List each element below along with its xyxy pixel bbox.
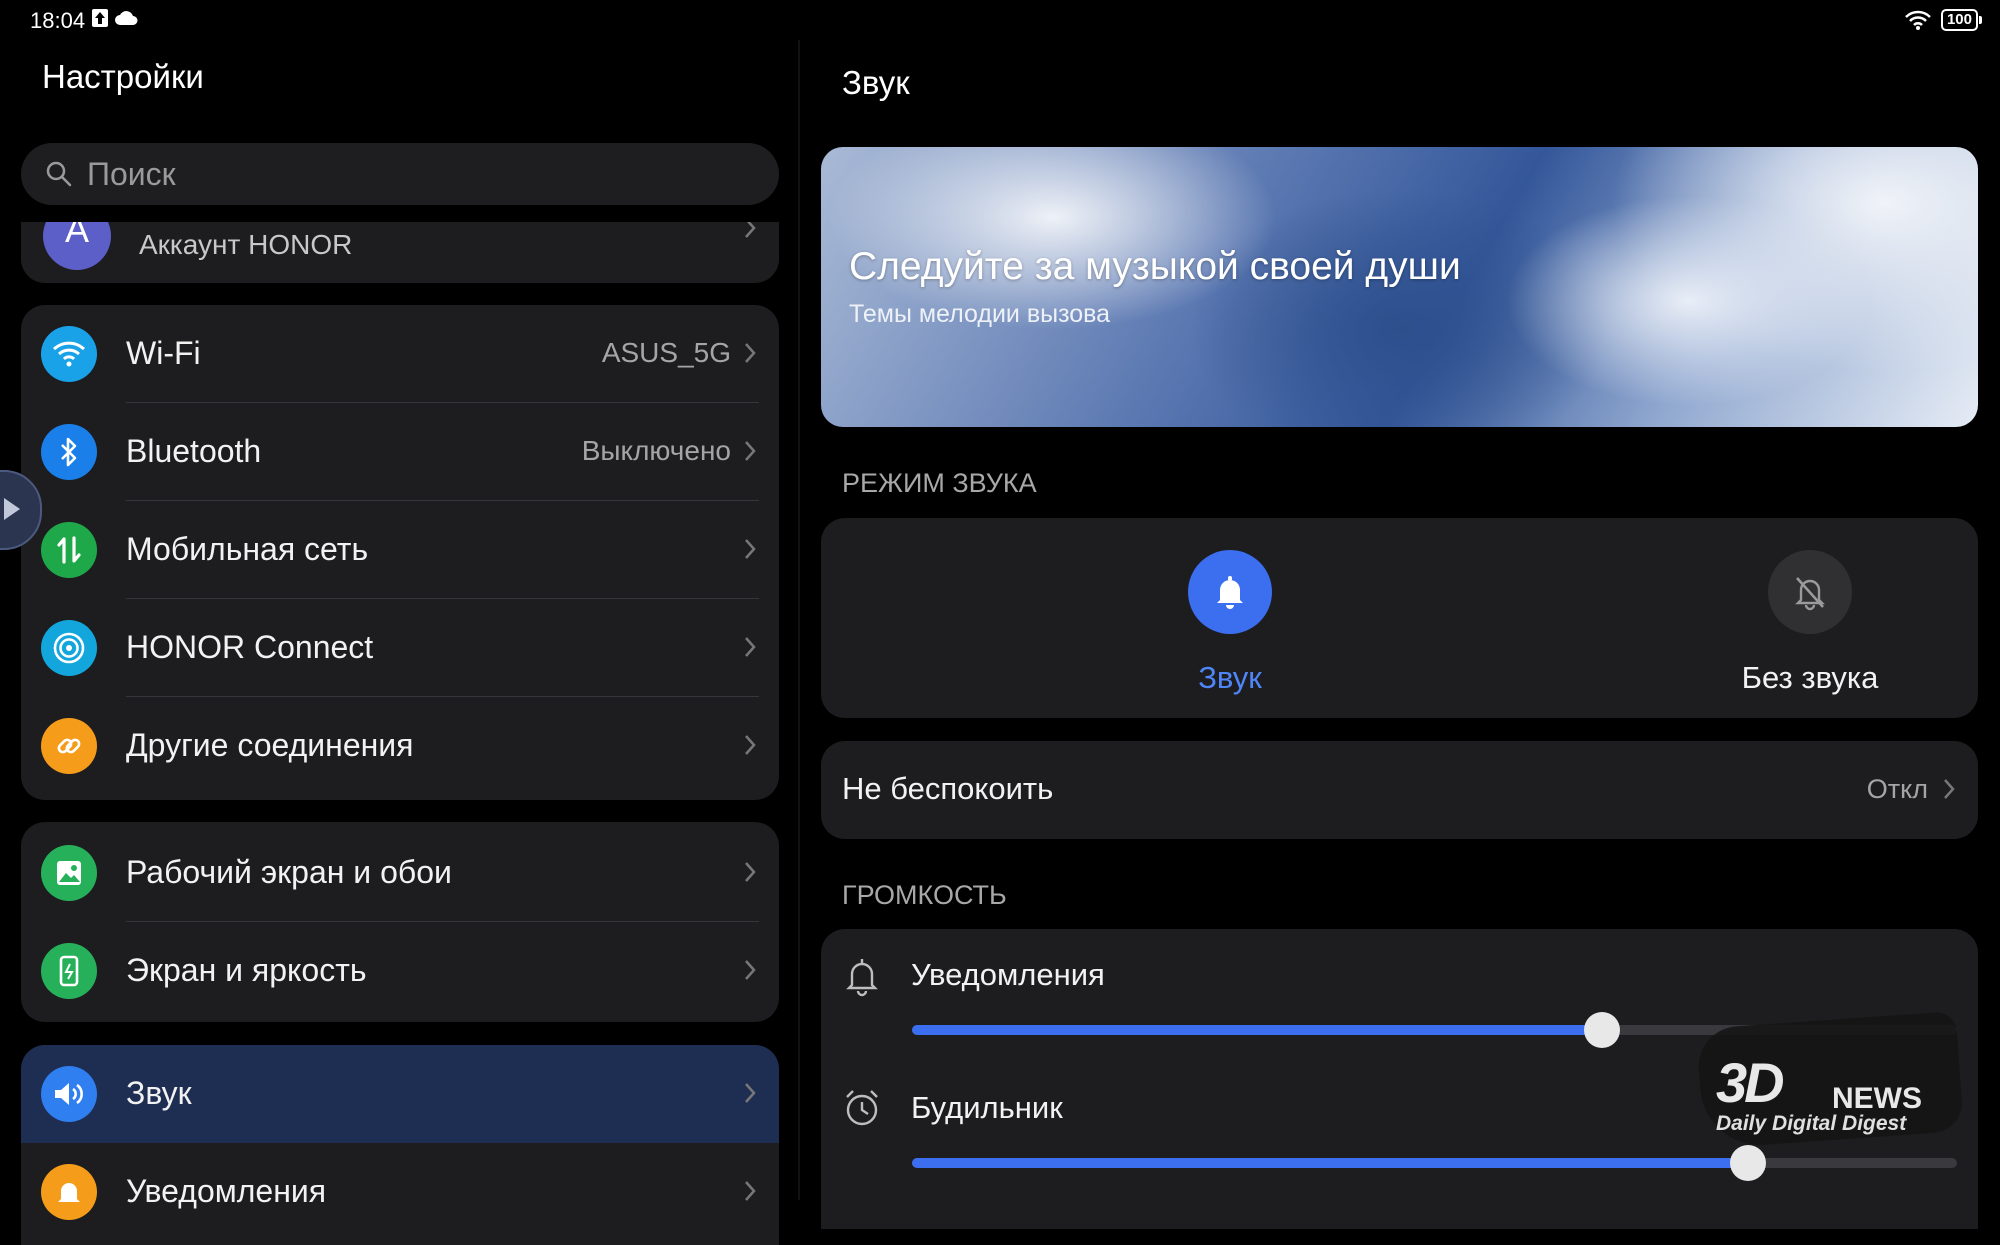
mobile-data-icon	[41, 522, 97, 578]
pane-divider	[798, 40, 800, 1200]
settings-item-other-connections[interactable]: Другие соединения	[21, 697, 779, 795]
chevron-right-icon	[745, 637, 756, 657]
slider-fill	[912, 1025, 1602, 1035]
settings-item-sound[interactable]: Звук	[21, 1045, 779, 1143]
chevron-right-icon	[745, 222, 756, 238]
settings-item-value: Выключено	[581, 435, 731, 466]
settings-item-label: Мобильная сеть	[126, 531, 369, 567]
chevron-right-icon	[745, 539, 756, 559]
wifi-status-icon	[1905, 10, 1931, 30]
watermark-brand: 3D	[1716, 1051, 1785, 1114]
slider-thumb[interactable]	[1730, 1145, 1766, 1181]
chevron-right-icon	[745, 441, 756, 461]
bell-icon	[1188, 550, 1272, 634]
settings-item-label: Уведомления	[126, 1173, 327, 1209]
banner-subtitle: Темы мелодии вызова	[849, 300, 1111, 328]
status-time: 18:04	[30, 8, 86, 33]
settings-item-label: Рабочий экран и обои	[126, 854, 452, 890]
bluetooth-icon	[41, 424, 97, 480]
settings-item-wifi[interactable]: Wi-Fi ASUS_5G	[21, 305, 779, 403]
settings-title: Настройки	[42, 58, 204, 95]
do-not-disturb-row[interactable]: Не беспокоить Откл	[821, 741, 1978, 839]
display-group: Рабочий экран и обои Экран и яркость	[21, 822, 779, 1022]
bell-outline-icon	[846, 959, 878, 997]
watermark-news: NEWS	[1832, 1082, 1922, 1115]
cloud-icon	[115, 11, 138, 25]
status-notification-icons	[92, 9, 138, 27]
settings-item-notifications[interactable]: Уведомления	[21, 1143, 779, 1241]
bell-off-icon	[1768, 550, 1852, 634]
settings-item-mobile-network[interactable]: Мобильная сеть	[21, 501, 779, 599]
sound-mode-option-silent[interactable]: Без звука	[1690, 550, 1930, 696]
sound-mode-option-sound[interactable]: Звук	[1110, 550, 1350, 696]
search-icon	[46, 161, 72, 187]
chevron-right-icon	[745, 960, 756, 980]
settings-item-label: Bluetooth	[126, 433, 262, 469]
slider-fill	[912, 1158, 1748, 1168]
sound-mode-label: Звук	[1198, 660, 1262, 695]
chevron-right-icon	[745, 1083, 756, 1103]
settings-item-label: Звук	[126, 1075, 192, 1111]
account-row[interactable]: A Аккаунт HONOR	[21, 222, 779, 283]
sound-icon	[41, 1066, 97, 1122]
settings-item-label: Экран и яркость	[126, 952, 367, 988]
volume-label-notifications: Уведомления	[911, 957, 1105, 992]
slider-thumb[interactable]	[1583, 1012, 1620, 1048]
honor-connect-icon	[41, 620, 97, 676]
settings-item-label: Другие соединения	[126, 727, 414, 763]
account-label: Аккаунт HONOR	[139, 229, 353, 260]
chevron-right-icon	[1944, 779, 1955, 799]
connections-group: Wi-Fi ASUS_5G Bluetooth Выключено Мобиль…	[21, 305, 779, 800]
page-title: Звук	[842, 64, 910, 101]
settings-item-bluetooth[interactable]: Bluetooth Выключено	[21, 403, 779, 501]
settings-item-value: ASUS_5G	[601, 337, 731, 368]
alarm-clock-icon	[846, 1090, 878, 1126]
upload-icon	[92, 9, 108, 27]
status-right: 100	[1905, 9, 1983, 31]
search-input[interactable]: Поиск	[21, 143, 779, 205]
notification-icon	[41, 1164, 97, 1220]
sound-notif-group: Звук Уведомления	[21, 1045, 779, 1245]
volume-label-alarm: Будильник	[911, 1090, 1063, 1125]
watermark-tagline: Daily Digital Digest	[1716, 1112, 1907, 1135]
sound-mode-header: РЕЖИМ ЗВУКА	[842, 468, 1037, 498]
volume-header: ГРОМКОСТЬ	[842, 880, 1007, 910]
chevron-right-icon	[745, 735, 756, 755]
banner-title: Следуйте за музыкой своей души	[849, 245, 1461, 288]
sound-mode-card: Звук Без звука	[821, 518, 1978, 718]
dnd-label: Не беспокоить	[842, 771, 1054, 806]
chevron-right-icon	[745, 343, 756, 363]
settings-item-label: HONOR Connect	[126, 629, 374, 665]
search-placeholder: Поиск	[87, 155, 176, 192]
battery-indicator: 100	[1940, 9, 1983, 31]
display-icon	[41, 943, 97, 999]
link-icon	[41, 718, 97, 774]
settings-item-honor-connect[interactable]: HONOR Connect	[21, 599, 779, 697]
avatar: A	[43, 222, 111, 270]
chevron-right-icon	[745, 1181, 756, 1201]
settings-item-display[interactable]: Экран и яркость	[21, 922, 779, 1020]
settings-item-label: Wi-Fi	[126, 335, 201, 371]
dnd-value: Откл	[1866, 774, 1928, 804]
wallpaper-icon	[41, 845, 97, 901]
volume-slider-alarm[interactable]	[912, 1145, 1957, 1181]
ringtone-themes-banner[interactable]: Следуйте за музыкой своей души Темы мело…	[821, 147, 1978, 427]
settings-item-wallpaper[interactable]: Рабочий экран и обои	[21, 824, 779, 922]
play-icon	[4, 498, 20, 520]
sound-mode-label: Без звука	[1741, 660, 1879, 695]
wifi-icon	[41, 326, 97, 382]
chevron-right-icon	[745, 862, 756, 882]
